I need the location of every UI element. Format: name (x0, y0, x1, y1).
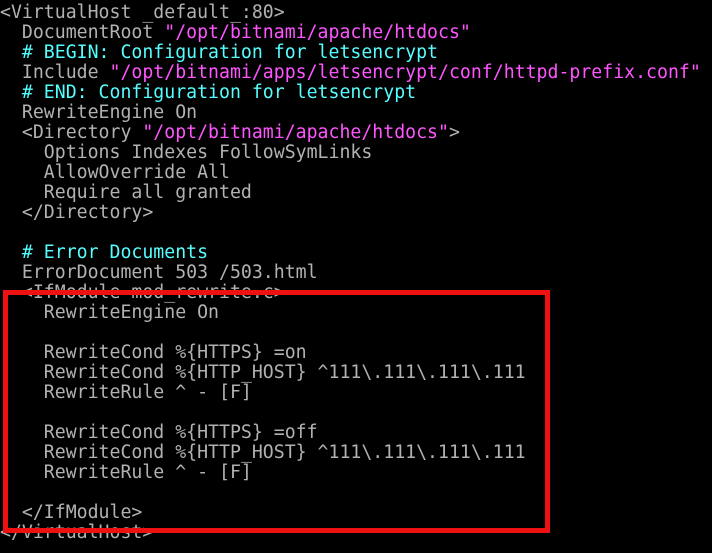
code-token: # Error Documents (0, 242, 209, 263)
terminal-line: # BEGIN: Configuration for letsencrypt (0, 43, 438, 63)
terminal-line: <Directory "/opt/bitnami/apache/htdocs"> (0, 123, 460, 143)
code-token: AllowOverride All (0, 162, 230, 183)
terminal-line: <VirtualHost _default_:80> (0, 3, 285, 23)
terminal-line: RewriteEngine On (0, 103, 197, 123)
code-token: "/opt/bitnami/apache/htdocs" (142, 122, 449, 143)
code-token: </IfModule> (0, 502, 143, 523)
code-token: DocumentRoot (0, 22, 165, 43)
code-token: RewriteEngine On (0, 102, 198, 123)
code-token: # BEGIN: Configuration for letsencrypt (0, 42, 438, 63)
terminal-line: DocumentRoot "/opt/bitnami/apache/htdocs… (0, 23, 471, 43)
terminal-line: RewriteRule ^ - [F] (0, 463, 252, 483)
terminal-line: </VirtualHost> (0, 523, 153, 543)
code-token: Include (0, 62, 110, 83)
code-token: RewriteCond %{HTTP_HOST} ^111\.111\.111\… (0, 442, 526, 463)
terminal-line: RewriteCond %{HTTPS} =on (0, 343, 307, 363)
terminal-line: </IfModule> (0, 503, 142, 523)
code-token: </Directory> (0, 202, 154, 223)
terminal-line: Require all granted (0, 183, 252, 203)
code-token: "/opt/bitnami/apache/htdocs" (164, 22, 471, 43)
code-token: <Directory (0, 122, 143, 143)
code-token: RewriteCond %{HTTP_HOST} ^111\.111\.111\… (0, 362, 526, 383)
code-token: <IfModule mod_rewrite.c> (0, 282, 285, 303)
code-token: "/opt/bitnami/apps/letsencrypt/conf/http… (109, 62, 701, 83)
code-token: RewriteRule ^ - [F] (0, 462, 252, 483)
terminal-line: RewriteCond %{HTTP_HOST} ^111\.111\.111\… (0, 363, 526, 383)
code-token: <VirtualHost _default_:80> (0, 2, 285, 23)
terminal-line: RewriteEngine On (0, 303, 219, 323)
terminal-line: ErrorDocument 503 /503.html (0, 263, 318, 283)
code-token: # END: Configuration for letsencrypt (0, 82, 417, 103)
terminal-line: Options Indexes FollowSymLinks (0, 142, 373, 163)
code-token: Require all granted (0, 182, 252, 203)
terminal-line: <IfModule mod_rewrite.c> (0, 283, 285, 303)
terminal-line: # Error Documents (0, 243, 208, 263)
terminal-line: # END: Configuration for letsencrypt (0, 83, 416, 103)
terminal-line: RewriteRule ^ - [F] (0, 383, 252, 403)
code-token: Options Indexes FollowSymLinks (0, 142, 373, 163)
code-token: RewriteEngine On (0, 302, 219, 323)
code-token: ErrorDocument 503 /503.html (0, 262, 318, 283)
terminal-line: RewriteCond %{HTTP_HOST} ^111\.111\.111\… (0, 443, 526, 463)
terminal-line: </Directory> (0, 203, 153, 223)
terminal-window[interactable]: <VirtualHost _default_:80> DocumentRoot … (0, 0, 712, 553)
code-token: RewriteCond %{HTTPS} =on (0, 342, 307, 363)
terminal-line: AllowOverride All (0, 163, 230, 183)
code-token: RewriteCond %{HTTPS} =off (0, 422, 318, 443)
code-token: </VirtualHost> (0, 522, 154, 543)
terminal-line: RewriteCond %{HTTPS} =off (0, 423, 318, 443)
code-token: > (448, 122, 460, 143)
terminal-line: Include "/opt/bitnami/apps/letsencrypt/c… (0, 63, 701, 83)
code-token: RewriteRule ^ - [F] (0, 382, 252, 403)
